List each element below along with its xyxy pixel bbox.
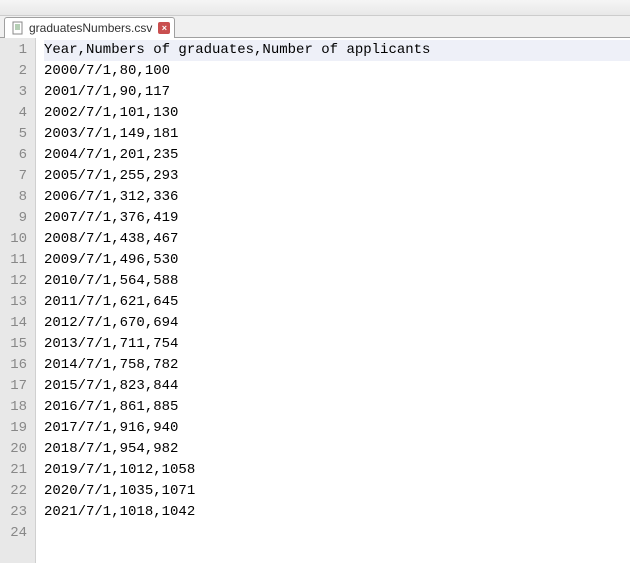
close-icon[interactable]: × xyxy=(158,22,170,34)
line-number: 13 xyxy=(4,292,27,313)
line-number: 5 xyxy=(4,124,27,145)
editor-line: 2017/7/1,916,940 xyxy=(44,418,630,439)
editor-line: 2010/7/1,564,588 xyxy=(44,271,630,292)
line-number: 8 xyxy=(4,187,27,208)
editor-line: 2016/7/1,861,885 xyxy=(44,397,630,418)
editor-line: 2002/7/1,101,130 xyxy=(44,103,630,124)
editor-line: 2020/7/1,1035,1071 xyxy=(44,481,630,502)
editor-line: 2001/7/1,90,117 xyxy=(44,82,630,103)
editor-line: 2009/7/1,496,530 xyxy=(44,250,630,271)
editor-line: 2021/7/1,1018,1042 xyxy=(44,502,630,523)
line-number: 23 xyxy=(4,502,27,523)
editor-line: 2019/7/1,1012,1058 xyxy=(44,460,630,481)
toolbar xyxy=(0,0,630,16)
line-number: 17 xyxy=(4,376,27,397)
line-number: 12 xyxy=(4,271,27,292)
editor-line: 2004/7/1,201,235 xyxy=(44,145,630,166)
line-number-gutter: 123456789101112131415161718192021222324 xyxy=(0,38,36,563)
line-number: 6 xyxy=(4,145,27,166)
editor-line: 2006/7/1,312,336 xyxy=(44,187,630,208)
line-number: 2 xyxy=(4,61,27,82)
line-number: 4 xyxy=(4,103,27,124)
editor-line: 2014/7/1,758,782 xyxy=(44,355,630,376)
tab-bar: graduatesNumbers.csv × xyxy=(0,16,630,38)
editor: 123456789101112131415161718192021222324 … xyxy=(0,38,630,563)
line-number: 19 xyxy=(4,418,27,439)
editor-line: 2012/7/1,670,694 xyxy=(44,313,630,334)
editor-line: 2015/7/1,823,844 xyxy=(44,376,630,397)
editor-line: 2000/7/1,80,100 xyxy=(44,61,630,82)
line-number: 20 xyxy=(4,439,27,460)
line-number: 10 xyxy=(4,229,27,250)
editor-line: 2005/7/1,255,293 xyxy=(44,166,630,187)
line-number: 7 xyxy=(4,166,27,187)
editor-line: 2018/7/1,954,982 xyxy=(44,439,630,460)
file-icon xyxy=(11,21,25,35)
line-number: 3 xyxy=(4,82,27,103)
editor-content[interactable]: Year,Numbers of graduates,Number of appl… xyxy=(36,38,630,563)
line-number: 22 xyxy=(4,481,27,502)
editor-line xyxy=(44,523,630,544)
file-tab[interactable]: graduatesNumbers.csv × xyxy=(4,17,175,38)
line-number: 9 xyxy=(4,208,27,229)
line-number: 15 xyxy=(4,334,27,355)
editor-line: 2008/7/1,438,467 xyxy=(44,229,630,250)
tab-filename: graduatesNumbers.csv xyxy=(29,21,152,35)
editor-line: 2003/7/1,149,181 xyxy=(44,124,630,145)
editor-line: 2011/7/1,621,645 xyxy=(44,292,630,313)
editor-line: 2013/7/1,711,754 xyxy=(44,334,630,355)
line-number: 21 xyxy=(4,460,27,481)
line-number: 18 xyxy=(4,397,27,418)
line-number: 1 xyxy=(4,40,27,61)
line-number: 14 xyxy=(4,313,27,334)
line-number: 24 xyxy=(4,523,27,544)
line-number: 11 xyxy=(4,250,27,271)
line-number: 16 xyxy=(4,355,27,376)
editor-line: Year,Numbers of graduates,Number of appl… xyxy=(44,40,630,61)
editor-line: 2007/7/1,376,419 xyxy=(44,208,630,229)
